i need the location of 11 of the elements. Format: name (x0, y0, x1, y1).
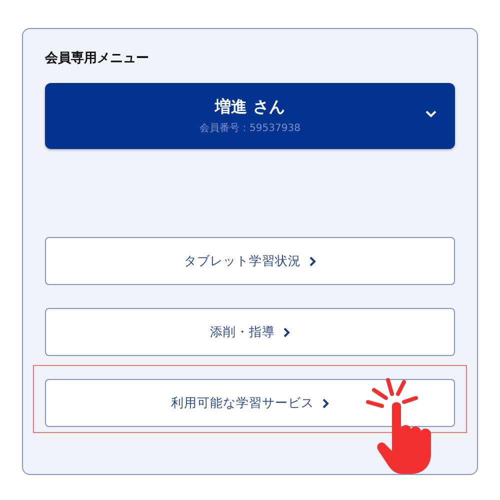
menu-button[interactable]: タブレット学習状況 (45, 237, 455, 285)
chevron-right-icon (309, 256, 316, 266)
member-dropdown[interactable]: 増進 さん 会員番号：59537938 (45, 83, 455, 149)
member-name: 増進 さん (215, 97, 285, 118)
menu-button[interactable]: 利用可能な学習サービス (45, 379, 455, 427)
chevron-right-icon (322, 398, 329, 408)
panel-title: 会員専用メニュー (45, 50, 150, 67)
chevron-right-icon (283, 326, 290, 338)
chevron-icon (425, 110, 437, 118)
member-number: 会員番号：59537938 (200, 122, 300, 135)
menu-button[interactable]: 添削・指導 (45, 308, 455, 356)
